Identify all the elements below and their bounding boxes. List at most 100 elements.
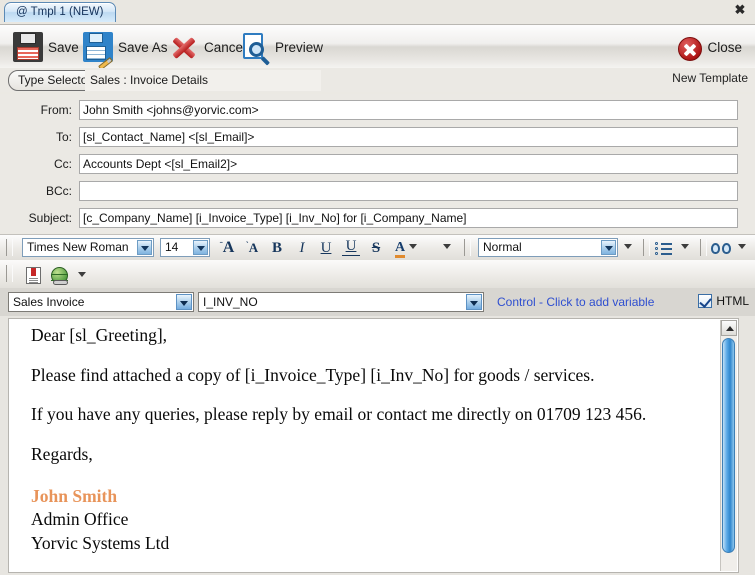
grow-font-button[interactable]: ˉA bbox=[218, 238, 236, 258]
bulleted-list-button[interactable] bbox=[655, 238, 673, 258]
chevron-down-icon[interactable] bbox=[176, 294, 192, 310]
find-button[interactable] bbox=[711, 238, 731, 258]
from-label: From: bbox=[40, 103, 72, 117]
italic-button[interactable]: I bbox=[293, 238, 311, 258]
scroll-up-arrow-icon[interactable] bbox=[721, 320, 737, 336]
page-magnifier-icon bbox=[240, 32, 270, 65]
find-chevron-down-icon[interactable] bbox=[738, 244, 747, 250]
scrollbar-thumb[interactable] bbox=[722, 338, 735, 553]
insert-toolbar bbox=[0, 260, 755, 289]
formatting-toolbar: Times New Roman 14 ˉA ˋA B I U U S A Nor… bbox=[0, 234, 755, 262]
signature-company: Yorvic Systems Ltd bbox=[31, 532, 170, 553]
grow-font-label: A bbox=[222, 239, 235, 256]
globe-link-icon bbox=[50, 266, 68, 285]
toolbar-grip[interactable] bbox=[6, 265, 13, 282]
format-overflow-chevron-down-icon[interactable] bbox=[443, 244, 452, 250]
strikethrough-button[interactable]: S bbox=[367, 238, 385, 258]
signature-name: John Smith bbox=[31, 486, 118, 506]
tab-strip: @ Tmpl 1 (NEW) ✖ bbox=[0, 0, 755, 24]
paragraph-style-combo[interactable]: Normal bbox=[478, 238, 618, 257]
new-template-label: New Template bbox=[672, 71, 748, 85]
from-input[interactable] bbox=[79, 100, 738, 120]
shrink-font-button[interactable]: ˋA bbox=[243, 238, 261, 258]
preview-button[interactable]: Preview bbox=[235, 29, 328, 65]
toolbar-grip[interactable] bbox=[700, 239, 707, 256]
subject-input[interactable] bbox=[79, 208, 738, 228]
toolbar-grip[interactable] bbox=[464, 239, 471, 256]
save-button-label: Save bbox=[48, 39, 79, 55]
document-icon bbox=[25, 266, 41, 284]
body-greeting: Dear [sl_Greeting], bbox=[31, 325, 168, 345]
toolbar-grip[interactable] bbox=[643, 239, 650, 256]
to-input[interactable] bbox=[79, 127, 738, 147]
html-checkbox[interactable]: HTML bbox=[698, 294, 749, 308]
save-as-button[interactable]: Save As bbox=[78, 29, 173, 71]
font-size-value: 14 bbox=[165, 240, 179, 254]
chevron-down-icon[interactable] bbox=[137, 240, 152, 255]
floppy-disk-pencil-icon bbox=[83, 32, 113, 71]
insert-chevron-down-icon[interactable] bbox=[78, 272, 87, 278]
double-underline-button[interactable]: U bbox=[342, 238, 360, 256]
variable-source-combo[interactable]: Sales Invoice bbox=[8, 292, 194, 312]
signature-role: Admin Office bbox=[31, 509, 129, 530]
save-button[interactable]: Save bbox=[8, 29, 84, 65]
list-chevron-down-icon[interactable] bbox=[681, 244, 690, 250]
bold-button[interactable]: B bbox=[268, 238, 286, 258]
message-body-area: Dear [sl_Greeting], Please find attached… bbox=[0, 316, 755, 575]
html-checkbox-label: HTML bbox=[716, 294, 749, 308]
checkbox-checked-icon[interactable] bbox=[698, 294, 713, 308]
message-body-text[interactable]: Dear [sl_Greeting], Please find attached… bbox=[9, 319, 738, 555]
tab-label: @ Tmpl 1 (NEW) bbox=[16, 6, 104, 18]
body-paragraph-2: If you have any queries, please reply by… bbox=[31, 404, 647, 424]
type-selector-row: Type Selector Sales : Invoice Details Ne… bbox=[0, 68, 755, 92]
underline-button[interactable]: U bbox=[317, 238, 335, 258]
font-color-icon: A bbox=[394, 240, 406, 258]
toolbar-grip[interactable] bbox=[6, 239, 13, 256]
font-color-chevron-down-icon[interactable] bbox=[409, 244, 418, 250]
shrink-font-label: A bbox=[248, 240, 259, 255]
cc-label: Cc: bbox=[54, 157, 72, 171]
variable-name-value: I_INV_NO bbox=[203, 295, 258, 309]
font-family-value: Times New Roman bbox=[27, 240, 129, 254]
bcc-input[interactable] bbox=[79, 181, 738, 201]
type-value-display: Sales : Invoice Details bbox=[85, 70, 321, 91]
field-row-from: From: bbox=[0, 100, 755, 120]
variable-bar: Sales Invoice I_INV_NO Control - Click t… bbox=[0, 288, 755, 317]
font-color-button[interactable]: A bbox=[391, 238, 409, 258]
address-fields: From: To: Cc: BCc: Subject: bbox=[0, 94, 755, 232]
chevron-down-icon[interactable] bbox=[193, 240, 208, 255]
paragraph-style-value: Normal bbox=[483, 240, 522, 254]
add-variable-hint[interactable]: Control - Click to add variable bbox=[497, 295, 654, 309]
bcc-label: BCc: bbox=[45, 184, 72, 198]
insert-hyperlink-button[interactable] bbox=[50, 265, 68, 285]
font-size-combo[interactable]: 14 bbox=[160, 238, 210, 257]
body-vertical-scrollbar[interactable] bbox=[720, 320, 737, 571]
binoculars-icon bbox=[711, 242, 731, 255]
field-row-subject: Subject: bbox=[0, 208, 755, 228]
field-row-to: To: bbox=[0, 127, 755, 147]
close-button-label: Close bbox=[707, 39, 742, 55]
command-toolbar: Save Save As Cancel Preview Close bbox=[0, 24, 755, 71]
floppy-disk-icon bbox=[13, 32, 43, 62]
preview-button-label: Preview bbox=[275, 39, 324, 55]
message-body-editor[interactable]: Dear [sl_Greeting], Please find attached… bbox=[8, 318, 739, 573]
save-as-button-label: Save As bbox=[118, 39, 168, 55]
variable-source-value: Sales Invoice bbox=[13, 295, 85, 309]
subject-label: Subject: bbox=[28, 211, 72, 225]
tab-template-1[interactable]: @ Tmpl 1 (NEW) bbox=[4, 2, 116, 22]
font-family-combo[interactable]: Times New Roman bbox=[22, 238, 154, 257]
style-overflow-chevron-down-icon[interactable] bbox=[624, 244, 633, 250]
variable-name-combo[interactable]: I_INV_NO bbox=[198, 292, 484, 312]
cc-input[interactable] bbox=[79, 154, 738, 174]
to-label: To: bbox=[55, 130, 72, 144]
field-row-cc: Cc: bbox=[0, 154, 755, 174]
field-row-bcc: BCc: bbox=[0, 181, 755, 201]
red-x-icon bbox=[169, 32, 199, 62]
chevron-down-icon[interactable] bbox=[466, 294, 482, 310]
window-close-icon[interactable]: ✖ bbox=[732, 2, 748, 18]
insert-document-button[interactable] bbox=[24, 265, 42, 285]
close-circle-icon bbox=[678, 36, 703, 61]
chevron-down-icon[interactable] bbox=[601, 240, 616, 255]
close-button[interactable]: Close bbox=[673, 29, 747, 65]
body-paragraph-1: Please find attached a copy of [i_Invoic… bbox=[31, 364, 595, 385]
